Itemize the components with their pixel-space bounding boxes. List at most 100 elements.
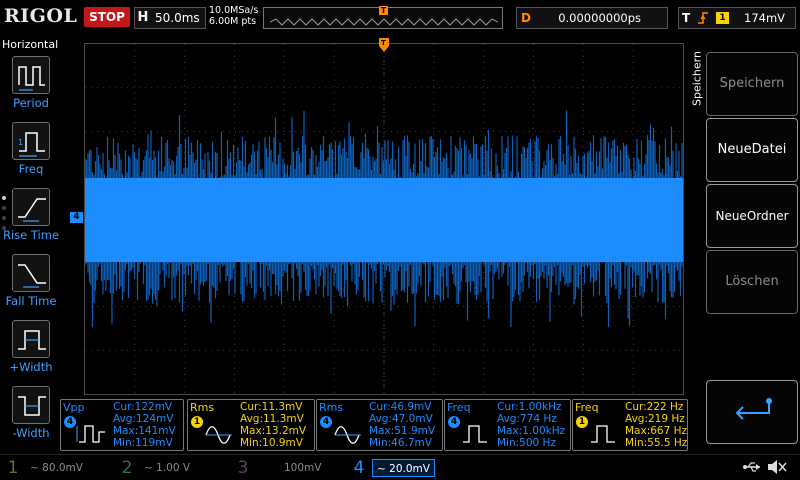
channel-scale: ~ 1.00 V	[144, 462, 191, 474]
save-button[interactable]: Speichern	[706, 52, 798, 116]
menu-tab-label: Speichern	[690, 51, 704, 106]
measurement-menu: Horizontal Period 1 Freq Rise Time Fall …	[0, 36, 60, 454]
timebase-label: H	[137, 10, 149, 25]
channel-status-bar: 1 ~ 80.0mV 2 ~ 1.00 V 3 100mV 4 ~ 20.0mV	[0, 454, 800, 480]
menu-tab: Speichern	[688, 40, 706, 120]
brand-logo: RIGOL	[4, 5, 78, 27]
measure-negative-width-button[interactable]: -Width	[0, 386, 62, 444]
measure-freq-button[interactable]: 1 Freq	[0, 122, 62, 180]
stat-minimum: Min:10.9mV	[240, 437, 303, 449]
trigger-time-marker-label: T	[381, 39, 386, 47]
measurement-stats: Cur:122mV Avg:124mV Max:141mV Min:119mV	[113, 401, 176, 449]
rising-edge-icon	[696, 8, 710, 34]
channel-3-status[interactable]: 3 100mV	[232, 457, 344, 479]
measure-label: Freq	[18, 162, 44, 176]
measure-period-button[interactable]: Period	[0, 56, 62, 114]
stat-maximum: Max:1.00kHz	[497, 425, 566, 437]
measurement-stats: Cur:222 Hz Avg:219 Hz Max:667 Hz Min:55.…	[625, 401, 687, 449]
timebase-value: 50.0ms	[155, 11, 200, 25]
return-button[interactable]	[706, 380, 798, 444]
trigger-display[interactable]: T 1 174mV	[678, 7, 796, 29]
speaker-muted-icon[interactable]	[766, 459, 788, 475]
positive-width-icon	[12, 320, 50, 358]
measure-positive-width-button[interactable]: +Width	[0, 320, 62, 378]
trigger-time-marker[interactable]: T	[379, 38, 389, 52]
channel-1-status[interactable]: 1 ~ 80.0mV	[2, 457, 112, 479]
channel-2-status[interactable]: 2 ~ 1.00 V	[116, 457, 228, 479]
negative-width-icon	[12, 386, 50, 424]
measurement-stats: Cur:11.3mV Avg:11.3mV Max:13.2mV Min:10.…	[240, 401, 306, 449]
waveform-dense-core	[85, 178, 683, 262]
measurement-stats: Cur:46.9mV Avg:47.0mV Max:51.9mV Min:46.…	[369, 401, 435, 449]
stat-minimum: Min:46.7mV	[369, 437, 432, 449]
measurement-panel-freq-ch1[interactable]: Freq 1 Cur:222 Hz Avg:219 Hz Max:667 Hz …	[572, 399, 688, 451]
measurement-panel-rms-ch1[interactable]: Rms 1 Cur:11.3mV Avg:11.3mV Max:13.2mV M…	[187, 399, 315, 451]
measurement-name: Freq	[447, 401, 471, 414]
channel-scale: 100mV	[284, 462, 322, 474]
vpp-icon	[76, 425, 105, 443]
memory-depth: 6.00M pts	[209, 16, 257, 27]
measure-rise-time-button[interactable]: Rise Time	[0, 188, 62, 246]
waveform-display[interactable]	[84, 43, 684, 395]
measurement-panel-vpp[interactable]: Vpp 4 Cur:122mV Avg:124mV Max:141mV Min:…	[60, 399, 184, 451]
stat-current: Cur:122mV	[113, 401, 173, 413]
frequency-icon	[591, 425, 615, 443]
channel-number: 2	[121, 458, 133, 478]
new-file-button[interactable]: NeueDatei	[706, 118, 798, 182]
measurement-name: Rms	[190, 401, 215, 414]
delete-button[interactable]: Löschen	[706, 250, 798, 314]
rms-icon	[205, 426, 232, 444]
stat-minimum: Min:500 Hz	[497, 437, 556, 449]
stat-average: Avg:774 Hz	[497, 413, 557, 425]
delay-display[interactable]: D 0.00000000ps	[516, 7, 668, 29]
run-stop-status[interactable]: STOP	[84, 7, 130, 27]
channel-number: 3	[237, 458, 249, 478]
channel-4-waveform	[85, 110, 683, 328]
new-folder-button[interactable]: NeueOrdner	[706, 184, 798, 248]
measurement-stats: Cur:1.00kHz Avg:774 Hz Max:1.00kHz Min:5…	[497, 401, 565, 449]
waveform-canvas	[85, 44, 683, 394]
stat-maximum: Max:141mV	[113, 425, 176, 437]
stat-maximum: Max:13.2mV	[240, 425, 307, 437]
measure-label: Period	[13, 96, 49, 110]
rms-icon	[334, 426, 361, 444]
measure-label: +Width	[9, 360, 53, 374]
stat-minimum: Min:55.5 Hz	[625, 437, 688, 449]
timebase-display[interactable]: H 50.0ms	[134, 7, 206, 29]
stat-maximum: Max:51.9mV	[369, 425, 436, 437]
menu-title: Horizontal	[2, 38, 59, 51]
channel-number: 4	[353, 458, 365, 478]
stat-current: Cur:222 Hz	[625, 401, 684, 413]
delay-label: D	[521, 11, 531, 25]
return-arrow-icon	[735, 398, 772, 420]
measure-label: Rise Time	[2, 228, 60, 242]
channel-scale: ~ 20.0mV	[372, 459, 435, 477]
stat-average: Avg:124mV	[113, 413, 174, 425]
stat-average: Avg:47.0mV	[369, 413, 433, 425]
measure-label: Fall Time	[5, 294, 57, 308]
delay-value: 0.00000000ps	[558, 11, 641, 25]
measurement-panel-freq-ch4[interactable]: Freq 4 Cur:1.00kHz Avg:774 Hz Max:1.00kH…	[444, 399, 571, 451]
trigger-label: T	[682, 11, 691, 25]
measure-fall-time-button[interactable]: Fall Time	[0, 254, 62, 312]
stat-current: Cur:1.00kHz	[497, 401, 562, 413]
channel-scale: ~ 80.0mV	[30, 462, 83, 474]
channel-4-offset-marker[interactable]: 4	[70, 212, 83, 223]
fall-time-icon	[12, 254, 50, 292]
stat-maximum: Max:667 Hz	[625, 425, 688, 437]
stat-average: Avg:11.3mV	[240, 413, 304, 425]
measurement-panel-rms-ch4[interactable]: Rms 4 Cur:46.9mV Avg:47.0mV Max:51.9mV M…	[316, 399, 443, 451]
sample-rate: 10.0MSa/s	[209, 5, 259, 16]
rise-time-icon	[12, 188, 50, 226]
save-menu: Speichern Speichern NeueDatei NeueOrdner…	[688, 40, 800, 454]
top-status-bar: RIGOL STOP H 50.0ms 10.0MSa/s 6.00M pts …	[0, 0, 800, 36]
channel-4-status[interactable]: 4 ~ 20.0mV	[348, 457, 460, 479]
trigger-level: 174mV	[744, 11, 786, 25]
measurement-name: Vpp	[63, 401, 85, 414]
stat-current: Cur:46.9mV	[369, 401, 432, 413]
measurement-name: Freq	[575, 401, 599, 414]
acquisition-info: 10.0MSa/s 6.00M pts	[209, 5, 258, 27]
channel-number: 1	[7, 458, 19, 478]
frequency-icon: 1	[12, 122, 50, 160]
stat-average: Avg:219 Hz	[625, 413, 685, 425]
